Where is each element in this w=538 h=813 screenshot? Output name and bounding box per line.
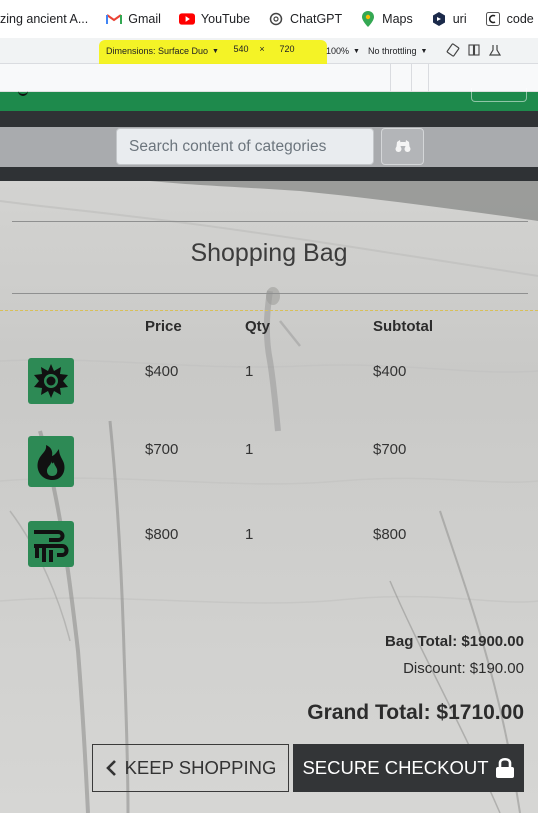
bookmark-label: Gmail (128, 12, 161, 26)
fire-icon (37, 444, 65, 480)
ruler-mark (411, 64, 412, 92)
throttling-label: No throttling (368, 46, 417, 56)
binoculars-icon (394, 137, 412, 156)
bookmark-label: zing ancient A... (0, 12, 89, 26)
discount: Discount: $190.00 (403, 660, 524, 677)
bag-total: Bag Total: $1900.00 (385, 633, 524, 650)
screenshot-root: zing ancient A... Gmail YouTube ChatGPT … (0, 0, 538, 813)
item-subtotal: $700 (373, 441, 407, 458)
gmail-icon (106, 11, 123, 27)
item-price: $700 (145, 441, 179, 458)
device-select[interactable]: Dimensions: Surface Duo ▼ (106, 46, 219, 56)
ruler-mark (390, 64, 391, 92)
header-qty: Qty (245, 318, 271, 335)
bookmark-gmail[interactable]: Gmail (106, 11, 161, 27)
bag-page: Shopping Bag Price Qty Subtotal $400 1 $… (0, 181, 538, 813)
bookmark-label: uri (452, 12, 467, 26)
caret-down-icon: ▼ (420, 47, 428, 55)
device-label: Dimensions: Surface Duo (106, 46, 209, 56)
bookmark-uri[interactable]: uri (431, 11, 467, 27)
maps-icon (360, 11, 376, 27)
bag-content: Shopping Bag Price Qty Subtotal $400 1 $… (0, 181, 538, 813)
item-subtotal: $800 (373, 526, 407, 543)
header-strip (0, 111, 538, 127)
chevron-left-icon (105, 760, 116, 776)
lock-icon (495, 757, 514, 778)
bookmark-code-institute[interactable]: code institu (485, 11, 538, 27)
youtube-icon (178, 11, 195, 27)
bookmark-chatgpt[interactable]: ChatGPT (268, 11, 342, 27)
bookmark-label: Maps (382, 12, 413, 26)
header-subtotal: Subtotal (373, 318, 433, 335)
device-ruler (0, 64, 538, 92)
table-top-border (0, 310, 538, 311)
devtools-device-toolbar: Dimensions: Surface Duo ▼ 540 × 720 100%… (0, 38, 538, 70)
bookmark-label: ChatGPT (290, 12, 343, 26)
secure-checkout-label: SECURE CHECKOUT (302, 757, 489, 778)
bookmark-label: code institu (506, 12, 538, 26)
zoom-label: 100% (326, 46, 350, 56)
site-navbar (0, 88, 538, 111)
page-title: Shopping Bag (190, 239, 348, 267)
dual-screen-icon[interactable] (467, 43, 481, 57)
item-qty: 1 (245, 526, 254, 543)
caret-down-icon: ▼ (212, 47, 219, 55)
divider (12, 221, 528, 222)
keep-shopping-button[interactable]: KEEP SHOPPING (92, 744, 289, 792)
bookmark-label: YouTube (200, 12, 251, 26)
search-button[interactable] (381, 128, 424, 165)
dimension-separator: × (259, 44, 265, 54)
item-subtotal: $400 (373, 363, 407, 380)
sun-icon (34, 364, 68, 398)
product-image[interactable] (28, 436, 74, 487)
code-institute-icon (485, 11, 501, 27)
bookmark-youtube[interactable]: YouTube (178, 11, 251, 27)
keep-shopping-label: KEEP SHOPPING (124, 757, 277, 778)
throttling-select[interactable]: No throttling ▼ (368, 46, 427, 56)
zoom-select[interactable]: 100% ▼ (326, 46, 360, 56)
grand-total: Grand Total: $1710.00 (307, 701, 524, 724)
wind-icon (34, 530, 69, 562)
divider (12, 293, 528, 294)
product-image[interactable] (28, 521, 74, 567)
search-bar (0, 127, 538, 167)
secure-checkout-button[interactable]: SECURE CHECKOUT (293, 744, 524, 792)
ruler-mark (428, 64, 429, 92)
item-price: $800 (145, 526, 179, 543)
chatgpt-icon (268, 11, 284, 27)
product-image[interactable] (28, 358, 74, 404)
rotate-icon[interactable] (446, 43, 460, 57)
uri-icon (431, 11, 447, 27)
logo-fragment (18, 88, 28, 96)
bookmarks-bar: zing ancient A... Gmail YouTube ChatGPT … (0, 0, 538, 38)
height-input[interactable]: 720 (272, 44, 302, 54)
item-qty: 1 (245, 363, 254, 380)
search-input[interactable] (116, 128, 374, 165)
header-price: Price (145, 318, 182, 335)
bookmark-maps[interactable]: Maps (360, 11, 413, 27)
sensors-icon[interactable] (488, 43, 502, 57)
caret-down-icon: ▼ (353, 47, 360, 55)
navbar-toggler-button[interactable] (471, 88, 527, 102)
width-input[interactable]: 540 (226, 44, 256, 54)
bookmark-ancient[interactable]: zing ancient A... (0, 12, 88, 26)
item-price: $400 (145, 363, 179, 380)
header-strip-bottom (0, 167, 538, 181)
item-qty: 1 (245, 441, 254, 458)
